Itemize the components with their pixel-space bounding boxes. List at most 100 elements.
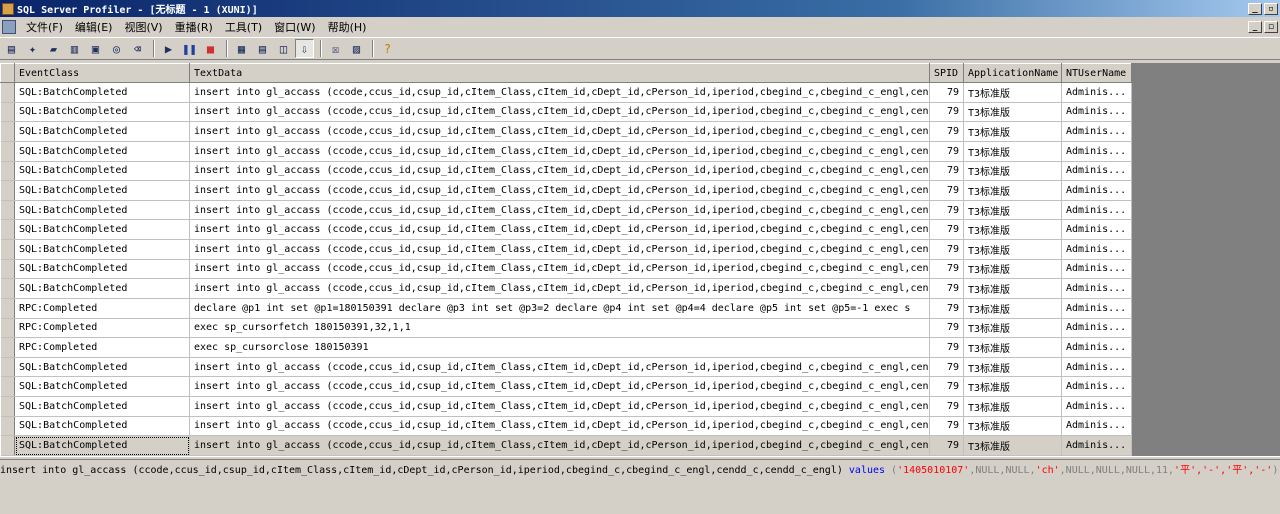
cell-ntusername[interactable]: Adminis... — [1061, 259, 1132, 280]
table-row[interactable]: SQL:BatchCompleted insert into gl_accass … — [0, 357, 1132, 378]
row-selector[interactable] — [0, 259, 15, 280]
cell-spid[interactable]: 79 — [929, 102, 964, 123]
cell-spid[interactable]: 79 — [929, 416, 964, 437]
table-row[interactable]: RPC:Completed exec sp_cursorclose 1801503… — [0, 337, 1132, 358]
cell-applicationname[interactable]: T3标准版 — [963, 121, 1062, 142]
row-selector[interactable] — [0, 121, 15, 142]
cell-spid[interactable]: 79 — [929, 435, 964, 456]
cell-spid[interactable]: 79 — [929, 318, 964, 339]
table-row[interactable]: SQL:BatchCompleted insert into gl_accass … — [0, 435, 1132, 456]
column-header-textdata[interactable]: TextData — [189, 63, 930, 83]
cell-eventclass[interactable]: SQL:BatchCompleted — [14, 416, 190, 437]
table-row[interactable]: SQL:BatchCompleted insert into gl_accass … — [0, 376, 1132, 397]
cell-eventclass[interactable]: RPC:Completed — [14, 318, 190, 339]
cell-eventclass[interactable]: SQL:BatchCompleted — [14, 239, 190, 260]
table-row[interactable]: SQL:BatchCompleted insert into gl_accass … — [0, 121, 1132, 142]
cell-textdata[interactable]: insert into gl_accass (ccode,ccus_id,csu… — [189, 357, 930, 378]
cell-textdata[interactable]: exec sp_cursorclose 180150391 — [189, 337, 930, 358]
cell-ntusername[interactable]: Adminis... — [1061, 278, 1132, 299]
row-selector[interactable] — [0, 337, 15, 358]
cell-eventclass[interactable]: SQL:BatchCompleted — [14, 82, 190, 103]
cell-textdata[interactable]: insert into gl_accass (ccode,ccus_id,csu… — [189, 141, 930, 162]
cell-eventclass[interactable]: SQL:BatchCompleted — [14, 259, 190, 280]
row-selector[interactable] — [0, 102, 15, 123]
cell-eventclass[interactable]: SQL:BatchCompleted — [14, 278, 190, 299]
cell-applicationname[interactable]: T3标准版 — [963, 337, 1062, 358]
menu-replay[interactable]: 重播(R) — [169, 19, 219, 35]
cell-ntusername[interactable]: Adminis... — [1061, 102, 1132, 123]
cell-textdata[interactable]: insert into gl_accass (ccode,ccus_id,csu… — [189, 82, 930, 103]
cell-textdata[interactable]: insert into gl_accass (ccode,ccus_id,csu… — [189, 396, 930, 417]
textdata-detail-pane[interactable]: insert into gl_accass (ccode,ccus_id,csu… — [0, 460, 1280, 514]
cell-eventclass[interactable]: SQL:BatchCompleted — [14, 219, 190, 240]
row-selector[interactable] — [0, 298, 15, 319]
cell-textdata[interactable]: insert into gl_accass (ccode,ccus_id,csu… — [189, 435, 930, 456]
trace-grid[interactable]: EventClass TextData SPID ApplicationName… — [0, 63, 1132, 456]
cell-spid[interactable]: 79 — [929, 396, 964, 417]
cell-textdata[interactable]: insert into gl_accass (ccode,ccus_id,csu… — [189, 121, 930, 142]
cell-textdata[interactable]: insert into gl_accass (ccode,ccus_id,csu… — [189, 259, 930, 280]
cell-eventclass[interactable]: SQL:BatchCompleted — [14, 161, 190, 182]
find-icon[interactable]: ◎ — [107, 39, 126, 58]
cell-eventclass[interactable]: SQL:BatchCompleted — [14, 200, 190, 221]
trace-grid-area[interactable]: EventClass TextData SPID ApplicationName… — [0, 63, 1280, 456]
cell-applicationname[interactable]: T3标准版 — [963, 318, 1062, 339]
row-selector[interactable] — [0, 82, 15, 103]
cell-ntusername[interactable]: Adminis... — [1061, 396, 1132, 417]
cell-ntusername[interactable]: Adminis... — [1061, 416, 1132, 437]
cell-eventclass[interactable]: SQL:BatchCompleted — [14, 180, 190, 201]
minimize-button[interactable]: _ — [1248, 2, 1262, 15]
cell-textdata[interactable]: insert into gl_accass (ccode,ccus_id,csu… — [189, 219, 930, 240]
row-selector[interactable] — [0, 219, 15, 240]
aggregate-icon[interactable]: ▤ — [253, 39, 272, 58]
row-selector[interactable] — [0, 396, 15, 417]
cell-ntusername[interactable]: Adminis... — [1061, 200, 1132, 221]
cell-textdata[interactable]: insert into gl_accass (ccode,ccus_id,csu… — [189, 376, 930, 397]
cell-eventclass[interactable]: SQL:BatchCompleted — [14, 121, 190, 142]
table-row[interactable]: SQL:BatchCompleted insert into gl_accass … — [0, 200, 1132, 221]
cell-applicationname[interactable]: T3标准版 — [963, 200, 1062, 221]
cell-ntusername[interactable]: Adminis... — [1061, 82, 1132, 103]
table-row[interactable]: SQL:BatchCompleted insert into gl_accass … — [0, 161, 1132, 182]
cell-applicationname[interactable]: T3标准版 — [963, 357, 1062, 378]
cell-spid[interactable]: 79 — [929, 219, 964, 240]
cell-ntusername[interactable]: Adminis... — [1061, 219, 1132, 240]
toggle-columns-icon[interactable]: ▦ — [232, 39, 251, 58]
table-row[interactable]: RPC:Completed declare @p1 int set @p1=180… — [0, 298, 1132, 319]
cell-ntusername[interactable]: Adminis... — [1061, 435, 1132, 456]
column-header-applicationname[interactable]: ApplicationName — [963, 63, 1062, 83]
cell-ntusername[interactable]: Adminis... — [1061, 298, 1132, 319]
table-row[interactable]: SQL:BatchCompleted insert into gl_accass … — [0, 219, 1132, 240]
properties-icon[interactable]: ▣ — [86, 39, 105, 58]
row-selector[interactable] — [0, 180, 15, 201]
cell-ntusername[interactable]: Adminis... — [1061, 376, 1132, 397]
cell-ntusername[interactable]: Adminis... — [1061, 318, 1132, 339]
child-restore-button[interactable]: ▫ — [1264, 20, 1278, 33]
cell-textdata[interactable]: insert into gl_accass (ccode,ccus_id,csu… — [189, 102, 930, 123]
cell-ntusername[interactable]: Adminis... — [1061, 239, 1132, 260]
cell-spid[interactable]: 79 — [929, 180, 964, 201]
cell-applicationname[interactable]: T3标准版 — [963, 396, 1062, 417]
row-selector[interactable] — [0, 161, 15, 182]
cell-spid[interactable]: 79 — [929, 357, 964, 378]
cell-textdata[interactable]: insert into gl_accass (ccode,ccus_id,csu… — [189, 180, 930, 201]
autoscroll-icon[interactable]: ⇩ — [295, 39, 314, 58]
cell-textdata[interactable]: exec sp_cursorfetch 180150391,32,1,1 — [189, 318, 930, 339]
column-header-spid[interactable]: SPID — [929, 63, 964, 83]
cell-applicationname[interactable]: T3标准版 — [963, 239, 1062, 260]
run-icon[interactable]: ▶ — [159, 39, 178, 58]
cell-applicationname[interactable]: T3标准版 — [963, 219, 1062, 240]
menu-help[interactable]: 帮助(H) — [322, 19, 373, 35]
cell-spid[interactable]: 79 — [929, 161, 964, 182]
table-row[interactable]: SQL:BatchCompleted insert into gl_accass … — [0, 180, 1132, 201]
row-selector[interactable] — [0, 278, 15, 299]
cell-ntusername[interactable]: Adminis... — [1061, 337, 1132, 358]
table-row[interactable]: SQL:BatchCompleted insert into gl_accass … — [0, 141, 1132, 162]
cell-ntusername[interactable]: Adminis... — [1061, 161, 1132, 182]
cell-spid[interactable]: 79 — [929, 200, 964, 221]
cell-spid[interactable]: 79 — [929, 82, 964, 103]
cell-spid[interactable]: 79 — [929, 376, 964, 397]
cell-applicationname[interactable]: T3标准版 — [963, 82, 1062, 103]
child-minimize-button[interactable]: _ — [1248, 20, 1262, 33]
cell-textdata[interactable]: declare @p1 int set @p1=180150391 declar… — [189, 298, 930, 319]
